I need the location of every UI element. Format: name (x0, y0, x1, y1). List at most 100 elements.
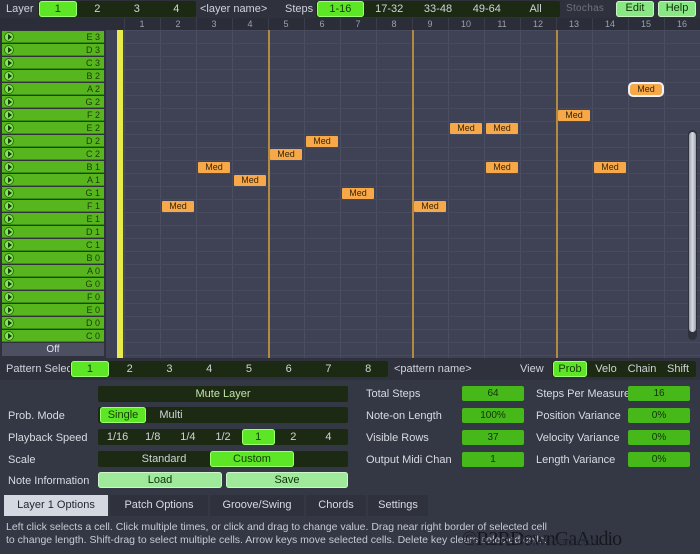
layer-button-3[interactable]: 3 (118, 1, 156, 17)
step-range-button-1-16[interactable]: 1-16 (317, 1, 364, 17)
play-icon[interactable] (4, 97, 14, 107)
tab-patch-options[interactable]: Patch Options (110, 495, 208, 516)
playback-speed-button-1-4[interactable]: 1/4 (171, 429, 204, 445)
tab-layer-1-options[interactable]: Layer 1 Options (4, 495, 108, 516)
play-icon[interactable] (4, 214, 14, 224)
row-label-G0[interactable]: G 0 (2, 278, 104, 290)
scrollbar-thumb[interactable] (689, 132, 696, 332)
tab-settings[interactable]: Settings (368, 495, 428, 516)
row-label-D2[interactable]: D 2 (2, 135, 104, 147)
play-icon[interactable] (4, 110, 14, 120)
setting-value-position-variance[interactable]: 0% (628, 408, 690, 423)
play-icon[interactable] (4, 292, 14, 302)
play-icon[interactable] (4, 58, 14, 68)
mute-layer-button[interactable]: Mute Layer (98, 386, 348, 402)
play-icon[interactable] (4, 240, 14, 250)
row-label-C2[interactable]: C 2 (2, 148, 104, 160)
grid-cell[interactable]: Med (342, 188, 374, 199)
view-button-chain[interactable]: Chain (625, 361, 659, 377)
pattern-button-2[interactable]: 2 (111, 361, 149, 377)
pattern-button-7[interactable]: 7 (310, 361, 348, 377)
row-label-A2[interactable]: A 2 (2, 83, 104, 95)
layer-button-4[interactable]: 4 (158, 1, 196, 17)
row-label-C3[interactable]: C 3 (2, 57, 104, 69)
playback-speed-button-1-16[interactable]: 1/16 (101, 429, 134, 445)
pattern-button-5[interactable]: 5 (230, 361, 268, 377)
playback-speed-button-2[interactable]: 2 (277, 429, 310, 445)
step-range-button-33-48[interactable]: 33-48 (415, 1, 462, 17)
pattern-button-1[interactable]: 1 (71, 361, 109, 377)
play-icon[interactable] (4, 201, 14, 211)
play-icon[interactable] (4, 84, 14, 94)
playback-speed-button-1[interactable]: 1 (242, 429, 275, 445)
row-label-D0[interactable]: D 0 (2, 317, 104, 329)
play-icon[interactable] (4, 71, 14, 81)
view-button-shift[interactable]: Shift (661, 361, 695, 377)
setting-value-steps-per-measure[interactable]: 16 (628, 386, 690, 401)
play-icon[interactable] (4, 149, 14, 159)
grid-cell[interactable]: Med (270, 149, 302, 160)
row-label-B1[interactable]: B 1 (2, 161, 104, 173)
grid-cell[interactable]: Med (486, 123, 518, 134)
row-label-B0[interactable]: B 0 (2, 252, 104, 264)
row-label-F2[interactable]: F 2 (2, 109, 104, 121)
row-label-A0[interactable]: A 0 (2, 265, 104, 277)
row-label-E1[interactable]: E 1 (2, 213, 104, 225)
edit-button[interactable]: Edit (616, 1, 654, 17)
play-icon[interactable] (4, 175, 14, 185)
save-button[interactable]: Save (226, 472, 348, 488)
setting-value-note-on-length[interactable]: 100% (462, 408, 524, 423)
play-icon[interactable] (4, 318, 14, 328)
load-button[interactable]: Load (98, 472, 222, 488)
playback-speed-button-1-8[interactable]: 1/8 (136, 429, 169, 445)
play-icon[interactable] (4, 188, 14, 198)
play-icon[interactable] (4, 266, 14, 276)
row-label-D1[interactable]: D 1 (2, 226, 104, 238)
play-icon[interactable] (4, 331, 14, 341)
row-label-B2[interactable]: B 2 (2, 70, 104, 82)
pattern-button-4[interactable]: 4 (190, 361, 228, 377)
scale-button-custom[interactable]: Custom (210, 451, 294, 467)
row-label-E3[interactable]: E 3 (2, 31, 104, 43)
row-label-C1[interactable]: C 1 (2, 239, 104, 251)
grid-cell[interactable]: Med (450, 123, 482, 134)
play-icon[interactable] (4, 136, 14, 146)
row-label-G2[interactable]: G 2 (2, 96, 104, 108)
grid-cell[interactable]: Med (594, 162, 626, 173)
play-icon[interactable] (4, 123, 14, 133)
grid-cell[interactable]: Med (486, 162, 518, 173)
row-label-E2[interactable]: E 2 (2, 122, 104, 134)
pattern-name-label[interactable]: <pattern name> (394, 363, 472, 375)
prob-mode-button-multi[interactable]: Multi (148, 407, 194, 423)
pattern-button-8[interactable]: 8 (349, 361, 387, 377)
row-label-C0[interactable]: C 0 (2, 330, 104, 342)
play-icon[interactable] (4, 227, 14, 237)
off-row[interactable]: Off (2, 343, 104, 356)
grid-cell[interactable]: Med (234, 175, 266, 186)
sequencer-grid[interactable]: E 3D 3C 3B 2A 2G 2F 2E 2D 2C 2B 1A 1G 1F… (0, 30, 700, 358)
playback-speed-button-1-2[interactable]: 1/2 (206, 429, 239, 445)
row-label-F0[interactable]: F 0 (2, 291, 104, 303)
grid-cell[interactable]: Med (630, 84, 662, 95)
setting-value-visible-rows[interactable]: 37 (462, 430, 524, 445)
play-icon[interactable] (4, 279, 14, 289)
play-icon[interactable] (4, 162, 14, 172)
prob-mode-button-single[interactable]: Single (100, 407, 146, 423)
play-icon[interactable] (4, 45, 14, 55)
grid-cell[interactable]: Med (414, 201, 446, 212)
play-icon[interactable] (4, 305, 14, 315)
grid-cell[interactable]: Med (198, 162, 230, 173)
grid-cell[interactable]: Med (306, 136, 338, 147)
setting-value-length-variance[interactable]: 0% (628, 452, 690, 467)
grid-cell[interactable]: Med (558, 110, 590, 121)
play-icon[interactable] (4, 253, 14, 263)
vertical-scrollbar[interactable] (688, 130, 697, 340)
row-label-A1[interactable]: A 1 (2, 174, 104, 186)
step-range-button-49-64[interactable]: 49-64 (463, 1, 510, 17)
view-button-prob[interactable]: Prob (553, 361, 587, 377)
tab-chords[interactable]: Chords (306, 495, 366, 516)
play-icon[interactable] (4, 32, 14, 42)
scale-button-standard[interactable]: Standard (122, 451, 206, 467)
row-label-F1[interactable]: F 1 (2, 200, 104, 212)
step-range-button-17-32[interactable]: 17-32 (366, 1, 413, 17)
